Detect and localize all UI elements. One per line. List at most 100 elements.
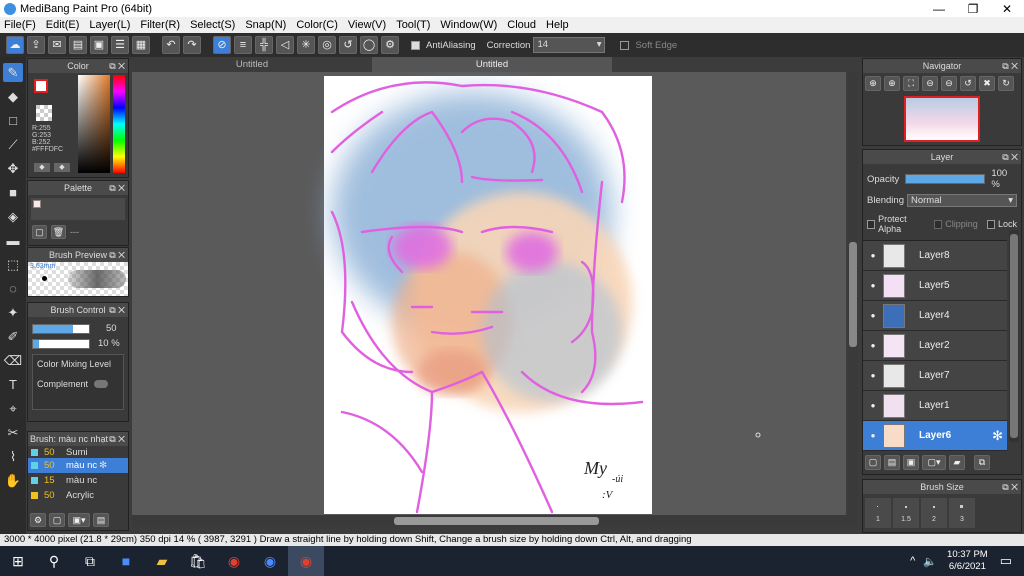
undo-icon[interactable]: ↶ [162,36,180,54]
lock-checkbox[interactable] [986,219,995,229]
correction-select[interactable]: 14 [533,37,606,53]
snap-off-icon[interactable]: ⊘ [213,36,231,54]
brush-menu-icon[interactable]: ▣▾ [68,513,90,527]
tab-untitled-2[interactable]: Untitled [372,57,612,73]
windows-start-icon[interactable]: ⊞ [0,546,36,576]
rectangle-tool-icon[interactable]: □ [3,111,23,130]
tab-untitled-1[interactable]: Untitled [132,57,372,73]
menu-layer[interactable]: Layer(L) [89,19,130,31]
layer-row[interactable]: ● Layer5 [863,271,1007,301]
folder-icon[interactable]: ▰ [949,455,965,470]
canvas-horizontal-scrollbar[interactable] [132,515,858,527]
menu-snap[interactable]: Snap(N) [245,19,286,31]
task-view-icon[interactable]: ⧉ [72,546,108,576]
list-icon[interactable]: ☰ [111,36,129,54]
complement-toggle[interactable] [94,380,109,388]
panel-close-icon[interactable]: ⧉ ✕ [1002,150,1018,164]
medibang-taskbar-icon[interactable]: ◉ [288,546,324,576]
new-layer-icon[interactable]: ▢ [865,455,881,470]
snap-radial-icon[interactable]: ✳ [297,36,315,54]
brush-size-slider[interactable] [32,323,90,334]
layer-opacity-slider[interactable] [905,174,986,184]
cloud-icon[interactable]: ☁ [6,36,24,54]
brush-size-option[interactable]: 3 [949,498,975,528]
lasso-tool-icon[interactable]: ◌ [3,279,23,298]
menu-view[interactable]: View(V) [348,19,386,31]
menu-tool[interactable]: Tool(T) [396,19,430,31]
comment-icon[interactable]: ✉ [48,36,66,54]
brush-size-option[interactable]: 2 [921,498,947,528]
duplicate-layer-icon[interactable]: ⧉ [974,455,990,470]
brush-item-selected[interactable]: 50 màu nc ✻ [28,458,128,473]
clipping-checkbox[interactable] [934,219,943,229]
snap-settings-icon[interactable]: ⚙ [381,36,399,54]
tray-chevron-icon[interactable]: ^ [910,555,915,567]
layer-row[interactable]: ● Layer8 [863,241,1007,271]
brush-more-icon[interactable]: ▤ [93,513,109,527]
menu-window[interactable]: Window(W) [440,19,497,31]
palette-swatch-area[interactable] [31,198,125,220]
panel-close-icon[interactable]: ⧉ ✕ [109,181,125,195]
visibility-eye-icon[interactable]: ● [863,311,883,320]
visibility-eye-icon[interactable]: ● [863,341,883,350]
select-pen-tool-icon[interactable]: ✐ [3,327,23,346]
snap-ellipse-icon[interactable]: ◯ [360,36,378,54]
maximize-button[interactable]: ❐ [956,2,990,16]
vertical-scroll-thumb[interactable] [849,242,857,347]
eyedropper-tool-icon[interactable]: ⌇ [3,447,23,466]
hue-slider[interactable] [113,75,125,173]
zalo-icon[interactable]: ◉ [252,546,288,576]
artwork-svg[interactable]: My -úi :V [132,72,846,515]
horizontal-scroll-thumb[interactable] [394,517,599,525]
layer-row[interactable]: ● Layer1 [863,391,1007,421]
menu-help[interactable]: Help [546,19,569,31]
brush-size-option[interactable]: 1 [865,498,891,528]
fullscreen-icon[interactable]: ✖ [979,76,995,91]
add-palette-icon[interactable]: ▢ [32,225,47,239]
menu-file[interactable]: File(F) [4,19,36,31]
menu-select[interactable]: Select(S) [190,19,235,31]
dot-tool-icon[interactable]: ⟋ [3,135,23,154]
layer-scroll-thumb[interactable] [1010,234,1018,438]
close-button[interactable]: ✕ [990,2,1024,16]
delete-palette-icon[interactable]: 🗑 [51,225,66,239]
navigator-thumbnail[interactable] [904,96,980,142]
minimize-button[interactable]: — [922,2,956,16]
visibility-eye-icon[interactable]: ● [863,431,883,440]
layer-row[interactable]: ● Layer2 [863,331,1007,361]
select-rect-tool-icon[interactable]: ⬚ [3,255,23,274]
visibility-eye-icon[interactable]: ● [863,251,883,260]
file-explorer-icon[interactable]: ▰ [144,546,180,576]
text-tool-icon[interactable]: T [3,375,23,394]
new-halftone-layer-icon[interactable]: ▤ [884,455,900,470]
protect-alpha-checkbox[interactable] [867,219,876,229]
menu-edit[interactable]: Edit(E) [46,19,80,31]
add-layer-menu-icon[interactable]: ▢▾ [922,455,946,470]
brush-settings-gear-icon[interactable]: ⚙ [30,513,46,527]
background-color-swatch[interactable] [36,105,52,121]
layer-row-selected[interactable]: ● Layer6 ✻ [863,421,1007,451]
menu-cloud[interactable]: Cloud [507,19,536,31]
move-tool-icon[interactable]: ✥ [3,159,23,178]
panel-close-icon[interactable]: ⧉ ✕ [1002,480,1018,494]
rotate-left-icon[interactable]: ↺ [960,76,976,91]
brush-item[interactable]: 50 Sumi [28,446,128,458]
brush-size-option[interactable]: 1.5 [893,498,919,528]
panel-close-icon[interactable]: ⧉ ✕ [109,303,125,317]
zoom-in-2-icon[interactable]: ⊕ [884,76,900,91]
gradient-tool-icon[interactable]: ▬ [3,231,23,250]
hand-tool-icon[interactable]: ✋ [3,471,23,490]
canvas-vertical-scrollbar[interactable] [848,72,858,515]
panel-close-icon[interactable]: ⧉ ✕ [109,248,125,262]
zoom-app-icon[interactable]: ■ [108,546,144,576]
blending-select[interactable]: Normal [907,194,1017,207]
canvas-area[interactable]: My -úi :V [132,72,858,515]
eraser-tool-icon[interactable]: ◆ [3,87,23,106]
document-icon[interactable]: ▤ [69,36,87,54]
antialiasing-checkbox[interactable] [411,40,420,50]
snap-parallel-icon[interactable]: ≡ [234,36,252,54]
new-8bit-layer-icon[interactable]: ▣ [903,455,919,470]
add-brush-icon[interactable]: ▢ [49,513,65,527]
select-eraser-tool-icon[interactable]: ⌫ [3,351,23,370]
save-icon[interactable]: ▣ [90,36,108,54]
